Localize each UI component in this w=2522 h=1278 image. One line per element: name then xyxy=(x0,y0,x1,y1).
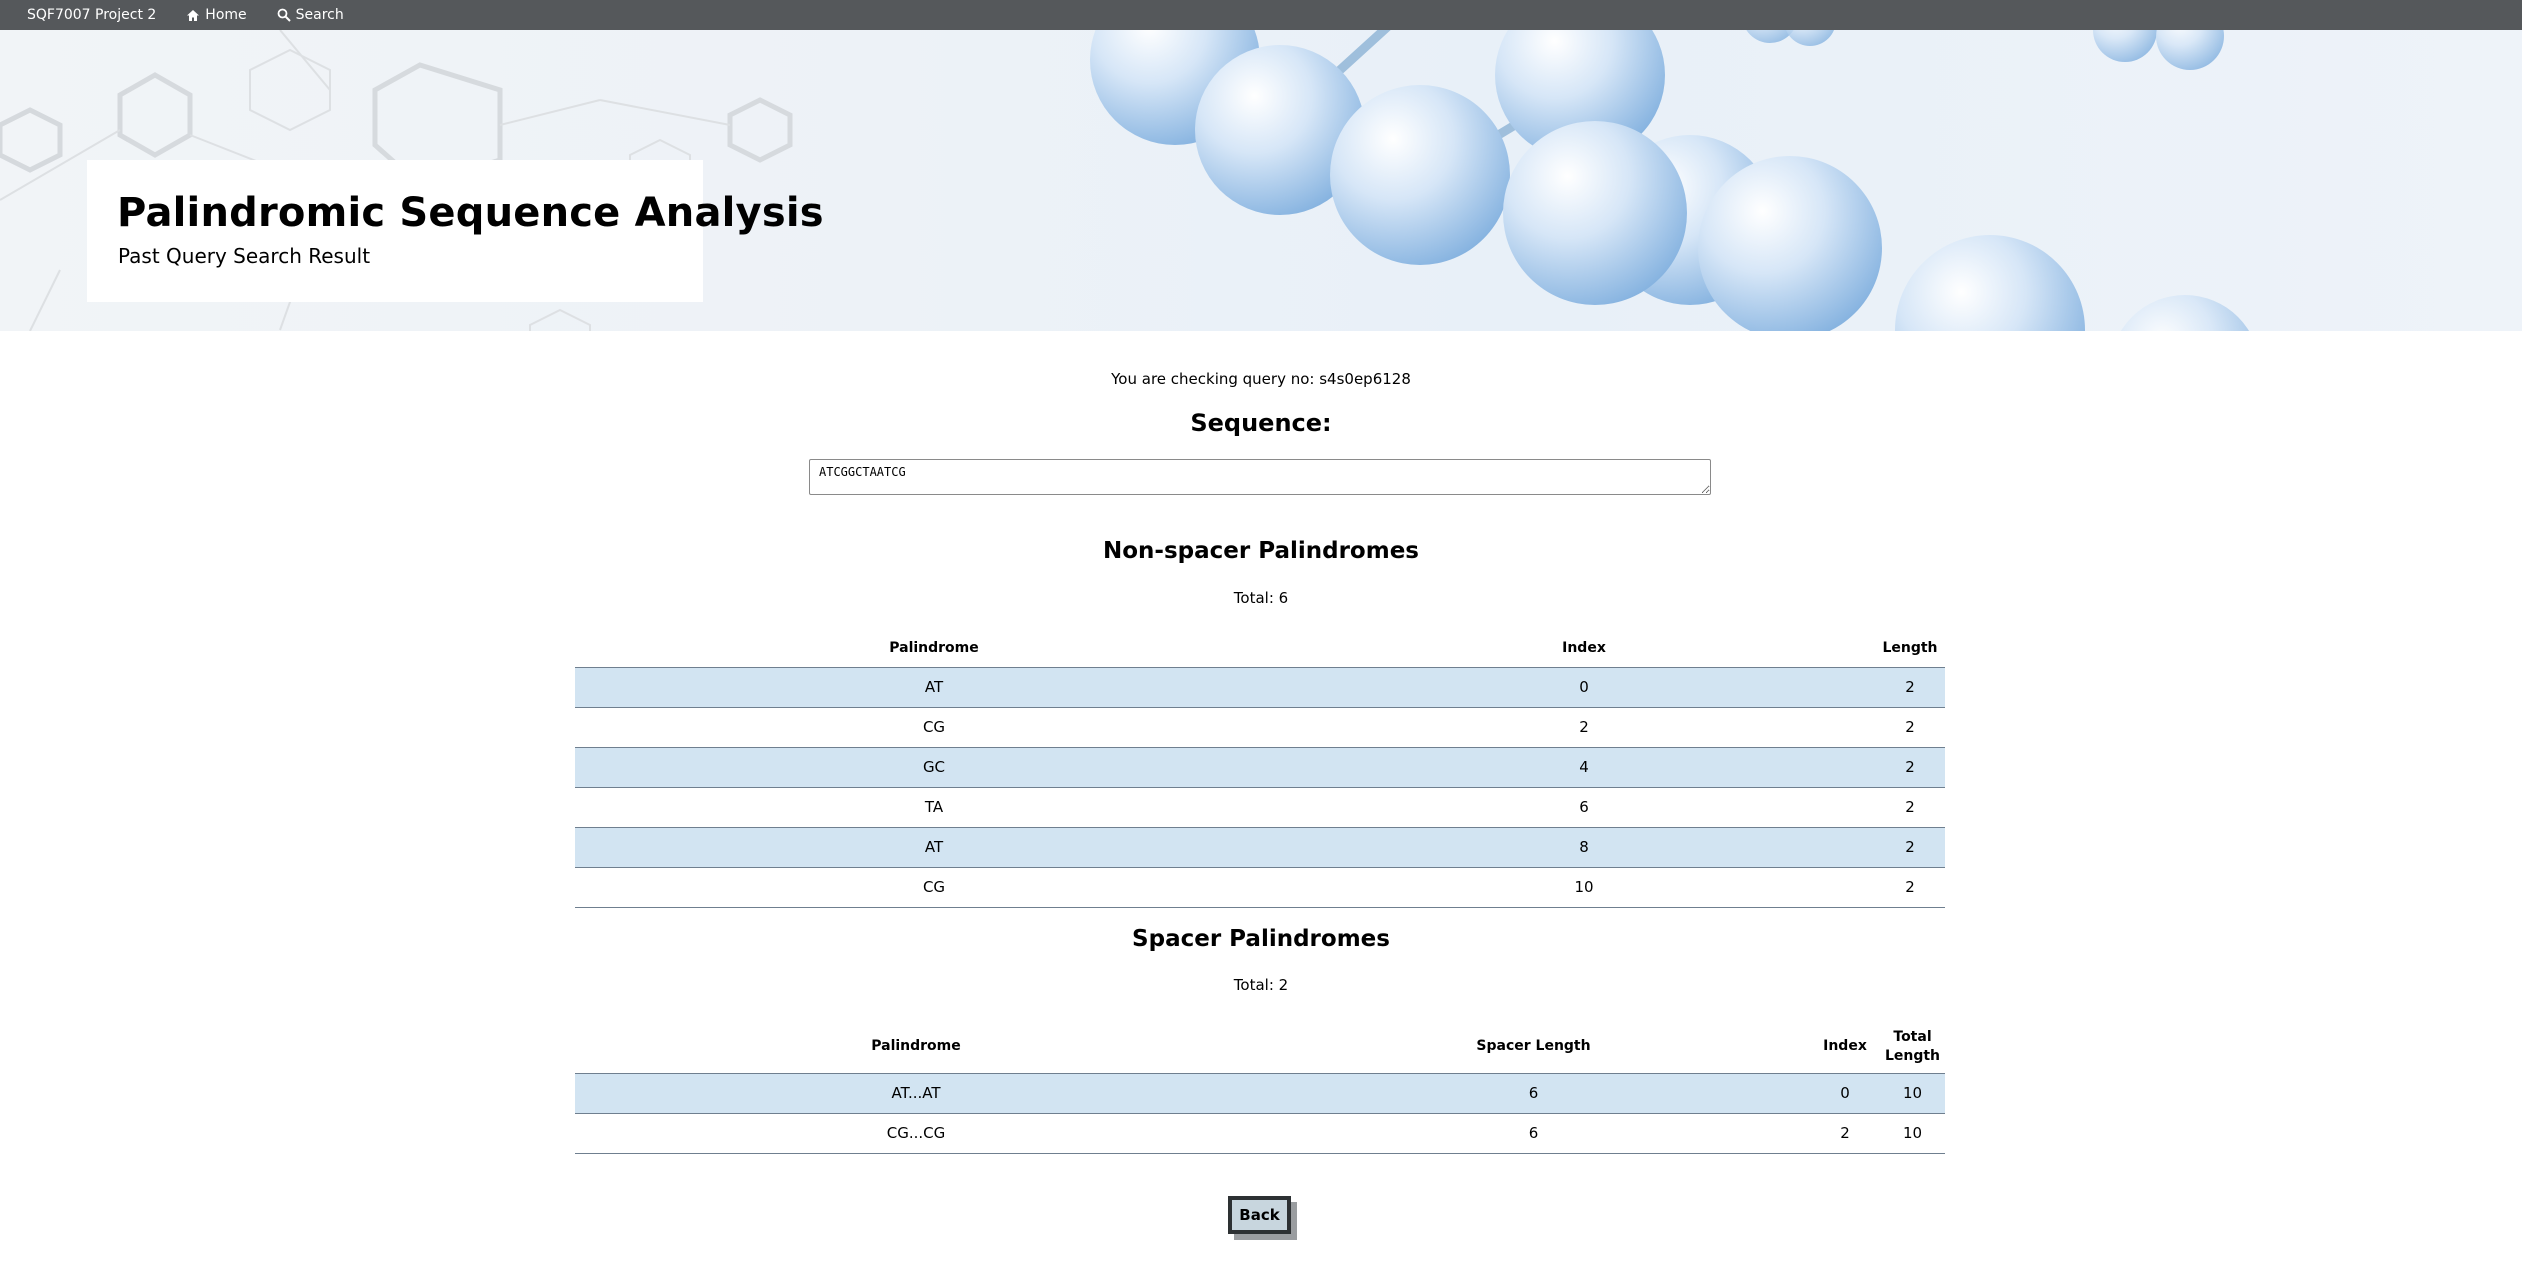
table-header-row: Palindrome Index Length xyxy=(575,630,1945,668)
column-header-palindrome: Palindrome xyxy=(575,1021,1257,1074)
cell-length: 2 xyxy=(1875,827,1945,868)
back-button[interactable]: Back xyxy=(1228,1196,1291,1234)
non-spacer-table: Palindrome Index Length AT 0 2 CG 2 2 GC… xyxy=(575,630,1945,908)
cell-palindrome: GC xyxy=(575,747,1293,788)
cell-index: 2 xyxy=(1293,707,1875,748)
cell-length: 2 xyxy=(1875,787,1945,828)
nav-home-link[interactable]: Home xyxy=(186,7,247,23)
column-header-length: Length xyxy=(1875,630,1945,668)
column-header-index: Index xyxy=(1810,1021,1880,1074)
table-header-row: Palindrome Spacer Length Index Total Len… xyxy=(575,1021,1945,1074)
search-icon xyxy=(277,8,291,22)
sequence-textarea[interactable] xyxy=(809,459,1711,495)
cell-length: 2 xyxy=(1875,747,1945,788)
column-header-spacer-length: Spacer Length xyxy=(1257,1021,1810,1074)
cell-length: 2 xyxy=(1875,667,1945,708)
column-header-palindrome: Palindrome xyxy=(575,630,1293,668)
nav-search-link[interactable]: Search xyxy=(277,7,344,23)
cell-index: 0 xyxy=(1293,667,1875,708)
cell-index: 10 xyxy=(1293,867,1875,908)
cell-index: 6 xyxy=(1293,787,1875,828)
brand-link[interactable]: SQF7007 Project 2 xyxy=(27,7,156,23)
cell-palindrome: CG xyxy=(575,707,1293,748)
page-title: Palindromic Sequence Analysis xyxy=(117,190,824,236)
table-row: AT 0 2 xyxy=(575,667,1945,708)
cell-total-length: 10 xyxy=(1880,1073,1945,1114)
query-info-text: You are checking query no: s4s0ep6128 xyxy=(1111,370,1411,388)
table-row: CG 10 2 xyxy=(575,867,1945,908)
top-navbar: SQF7007 Project 2 Home Search xyxy=(0,0,2522,30)
hero-banner: Palindromic Sequence Analysis Past Query… xyxy=(0,30,2522,331)
table-row: AT...AT 6 0 10 xyxy=(575,1073,1945,1114)
cell-index: 2 xyxy=(1810,1113,1880,1154)
nav-home-label: Home xyxy=(205,7,247,23)
non-spacer-heading: Non-spacer Palindromes xyxy=(1103,538,1419,564)
column-header-total-length: Total Length xyxy=(1880,1021,1945,1074)
cell-index: 4 xyxy=(1293,747,1875,788)
nav-search-label: Search xyxy=(295,7,344,23)
cell-index: 8 xyxy=(1293,827,1875,868)
cell-length: 2 xyxy=(1875,707,1945,748)
table-row: CG...CG 6 2 10 xyxy=(575,1113,1945,1154)
table-row: TA 6 2 xyxy=(575,787,1945,828)
cell-spacer-length: 6 xyxy=(1257,1113,1810,1154)
cell-palindrome: AT xyxy=(575,827,1293,868)
sequence-heading: Sequence: xyxy=(1190,409,1332,437)
table-row: AT 8 2 xyxy=(575,827,1945,868)
home-icon xyxy=(187,9,200,21)
spacer-total: Total: 2 xyxy=(1233,976,1289,994)
spacer-table: Palindrome Spacer Length Index Total Len… xyxy=(575,1021,1945,1154)
cell-palindrome: TA xyxy=(575,787,1293,828)
cell-index: 0 xyxy=(1810,1073,1880,1114)
cell-total-length: 10 xyxy=(1880,1113,1945,1154)
column-header-index: Index xyxy=(1293,630,1875,668)
cell-spacer-length: 6 xyxy=(1257,1073,1810,1114)
non-spacer-total: Total: 6 xyxy=(1233,589,1289,607)
cell-palindrome: AT...AT xyxy=(575,1073,1257,1114)
page-subtitle: Past Query Search Result xyxy=(118,244,371,268)
cell-palindrome: CG...CG xyxy=(575,1113,1257,1154)
table-row: CG 2 2 xyxy=(575,707,1945,748)
title-card: Palindromic Sequence Analysis Past Query… xyxy=(87,160,824,302)
cell-palindrome: AT xyxy=(575,667,1293,708)
spacer-heading: Spacer Palindromes xyxy=(1132,926,1390,952)
table-row: GC 4 2 xyxy=(575,747,1945,788)
cell-length: 2 xyxy=(1875,867,1945,908)
cell-palindrome: CG xyxy=(575,867,1293,908)
